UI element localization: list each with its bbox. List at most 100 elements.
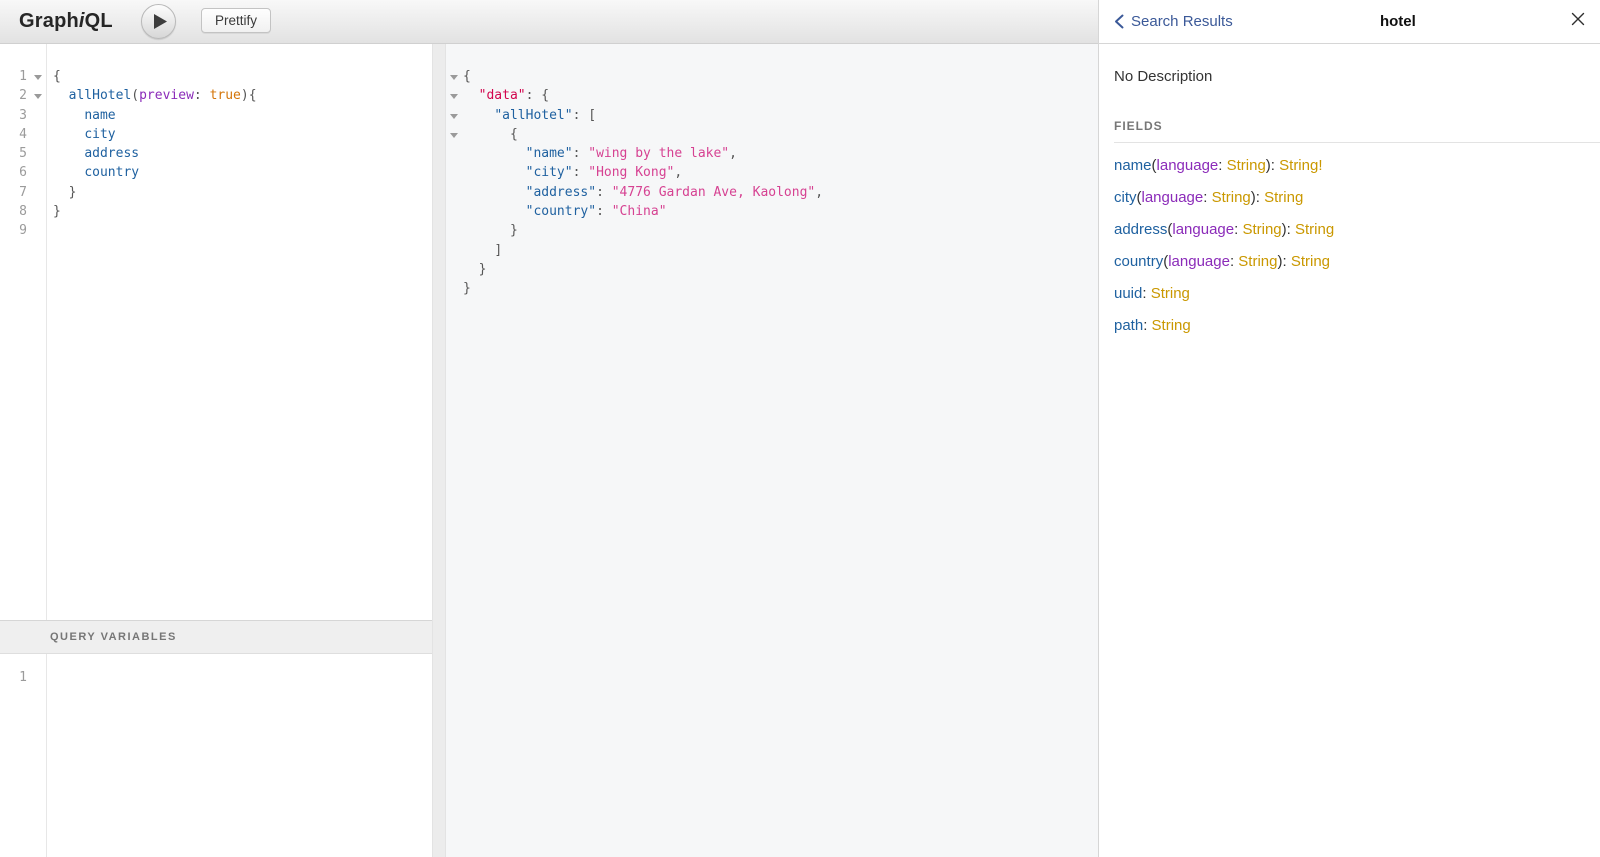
token: {: [53, 69, 61, 84]
token: }: [479, 262, 487, 277]
doc-field-item[interactable]: name(language: String): String!: [1114, 157, 1585, 175]
code-line[interactable]: "name": "wing by the lake",: [446, 144, 1098, 163]
code-text: }: [46, 183, 432, 202]
token: country: [84, 165, 139, 180]
token: String: [1151, 285, 1190, 302]
code-line[interactable]: {: [446, 67, 1098, 86]
code-line[interactable]: 8}: [0, 202, 432, 221]
fold-arrow-icon[interactable]: [450, 133, 458, 138]
token: :: [573, 146, 589, 161]
token: String!: [1279, 157, 1322, 174]
code-text: "allHotel": [: [463, 106, 1098, 125]
token: city: [84, 127, 115, 142]
token: ):: [1282, 221, 1295, 238]
token: ):: [1277, 253, 1290, 270]
fold-arrow-icon[interactable]: [450, 94, 458, 99]
fold-gutter: [446, 279, 463, 298]
token: ):: [1266, 157, 1279, 174]
token: name: [84, 108, 115, 123]
doc-field-item[interactable]: country(language: String): String: [1114, 253, 1585, 271]
code-line[interactable]: 1: [0, 668, 432, 687]
fold-gutter: [446, 106, 463, 125]
code-line[interactable]: 4 city: [0, 125, 432, 144]
query-variables-bar[interactable]: QUERY VARIABLES: [0, 620, 432, 654]
fold-gutter: [30, 163, 46, 182]
app-logo: GraphiQL: [19, 10, 113, 33]
code-line[interactable]: ]: [446, 241, 1098, 260]
token: String: [1291, 253, 1330, 270]
token: language: [1142, 189, 1204, 206]
fold-arrow-icon[interactable]: [450, 75, 458, 80]
token: :: [194, 88, 210, 103]
token: [463, 223, 510, 238]
token: :: [573, 165, 589, 180]
code-text: city: [46, 125, 432, 144]
code-text: address: [46, 144, 432, 163]
token: [463, 146, 526, 161]
fold-gutter: [446, 67, 463, 86]
code-line[interactable]: }: [446, 260, 1098, 279]
fold-arrow-icon[interactable]: [450, 114, 458, 119]
fold-gutter: [446, 125, 463, 144]
code-line[interactable]: "allHotel": [: [446, 106, 1098, 125]
code-line[interactable]: 6 country: [0, 163, 432, 182]
pane-resize-handle[interactable]: [432, 44, 446, 857]
token: :: [1142, 285, 1150, 302]
doc-close-button[interactable]: [1563, 12, 1585, 31]
token: country: [1114, 253, 1163, 270]
code-line[interactable]: }: [446, 279, 1098, 298]
code-line[interactable]: 3 name: [0, 106, 432, 125]
code-line[interactable]: "city": "Hong Kong",: [446, 163, 1098, 182]
result-viewer[interactable]: { "data": { "allHotel": [ { "name": "win…: [446, 44, 1098, 857]
doc-field-item[interactable]: uuid: String: [1114, 285, 1585, 303]
token: [53, 185, 69, 200]
code-text: }: [46, 202, 432, 221]
token: :: [1218, 157, 1226, 174]
doc-field-item[interactable]: path: String: [1114, 317, 1585, 335]
fold-gutter: [30, 125, 46, 144]
token: : [: [573, 108, 596, 123]
token: String: [1238, 253, 1277, 270]
doc-field-item[interactable]: address(language: String): String: [1114, 221, 1585, 239]
token: [463, 165, 526, 180]
code-line[interactable]: "data": {: [446, 86, 1098, 105]
close-icon: [1571, 12, 1585, 31]
token: address: [1114, 221, 1167, 238]
token: [53, 108, 84, 123]
code-line[interactable]: {: [446, 125, 1098, 144]
code-line[interactable]: 7 }: [0, 183, 432, 202]
token: (: [131, 88, 139, 103]
line-number: 9: [0, 221, 30, 240]
token: [463, 108, 494, 123]
execute-query-button[interactable]: [141, 4, 176, 39]
code-line[interactable]: "address": "4776 Gardan Ave, Kaolong",: [446, 183, 1098, 202]
line-number: 5: [0, 144, 30, 163]
query-editor[interactable]: 1{2 allHotel(preview: true){3 name4 city…: [0, 44, 432, 620]
token: "name": [526, 146, 573, 161]
code-text: ]: [463, 241, 1098, 260]
line-number: 7: [0, 183, 30, 202]
code-line[interactable]: "country": "China": [446, 202, 1098, 221]
code-line[interactable]: 1{: [0, 67, 432, 86]
code-line[interactable]: }: [446, 221, 1098, 240]
fold-gutter: [446, 183, 463, 202]
code-line[interactable]: 2 allHotel(preview: true){: [0, 86, 432, 105]
fold-arrow-icon[interactable]: [34, 75, 42, 80]
fold-arrow-icon[interactable]: [34, 94, 42, 99]
fold-gutter: [30, 144, 46, 163]
code-text: country: [46, 163, 432, 182]
code-line[interactable]: 9: [0, 221, 432, 240]
doc-field-item[interactable]: city(language: String): String: [1114, 189, 1585, 207]
fold-gutter: [30, 183, 46, 202]
code-text: }: [463, 260, 1098, 279]
token: }: [510, 223, 518, 238]
doc-explorer-body: No Description FIELDS name(language: Str…: [1099, 68, 1600, 335]
token: [463, 185, 526, 200]
token: [53, 127, 84, 142]
doc-back-link[interactable]: Search Results: [1114, 13, 1233, 30]
prettify-button[interactable]: Prettify: [201, 8, 271, 33]
token: "wing by the lake": [588, 146, 729, 161]
variables-editor[interactable]: 1: [0, 654, 432, 857]
token: [463, 243, 494, 258]
code-line[interactable]: 5 address: [0, 144, 432, 163]
